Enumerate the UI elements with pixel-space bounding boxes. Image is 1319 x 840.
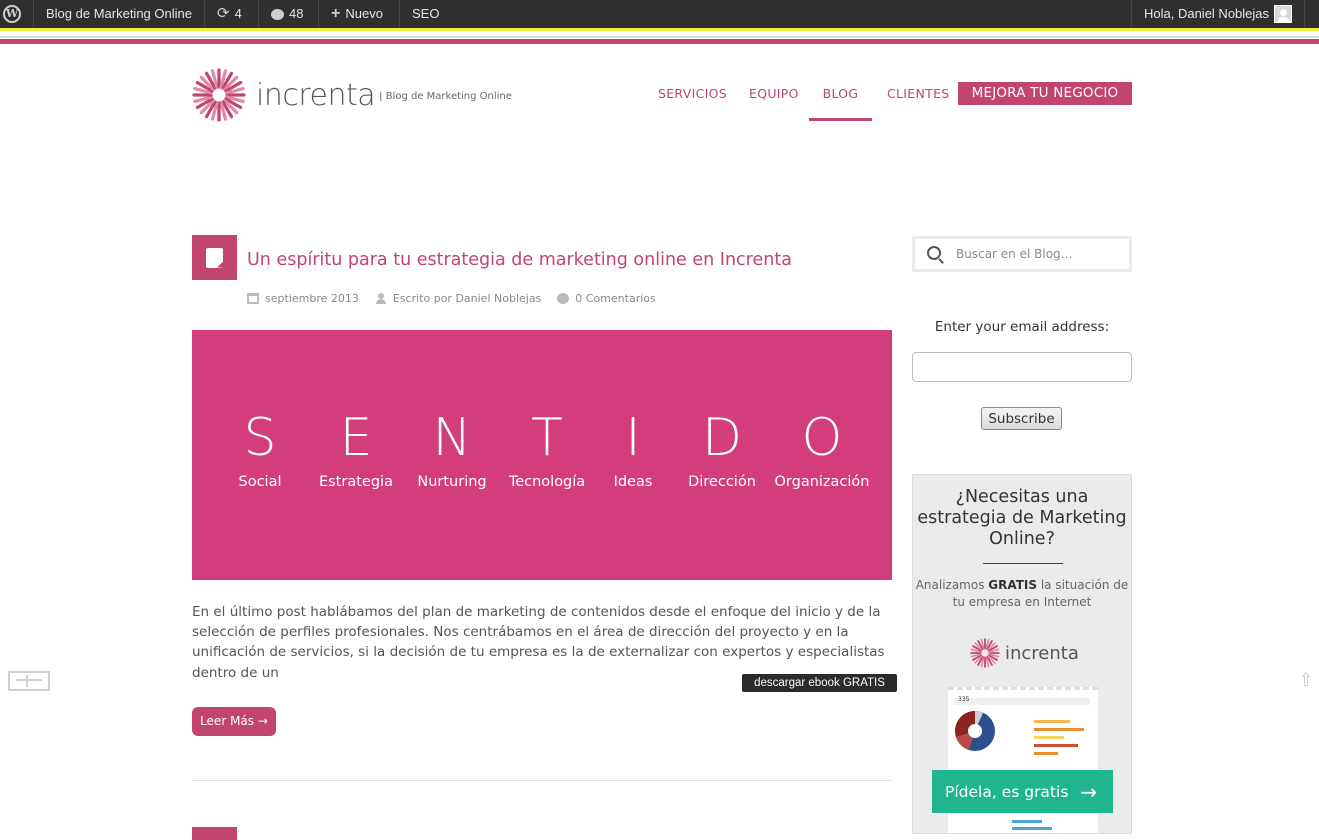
ad-title: ¿Necesitas una estrategia de Marketing O… <box>917 487 1127 549</box>
nav-clientes[interactable]: CLIENTES <box>887 82 950 106</box>
hero-letter: O <box>801 408 843 468</box>
ad-text-start: Analizamos <box>915 578 989 592</box>
post-divider <box>192 780 892 781</box>
new-content-link[interactable]: + Nuevo <box>331 0 383 28</box>
scroll-to-top-icon[interactable]: ⇧ <box>1297 671 1315 691</box>
header-stripe-grey <box>0 36 1319 38</box>
avatar <box>1274 5 1293 23</box>
nav-servicios[interactable]: SERVICIOS <box>658 82 727 106</box>
email-label: Enter your email address: <box>934 319 1110 335</box>
read-more-button[interactable]: Leer Más → <box>192 707 276 736</box>
post-author-text[interactable]: Escrito por Daniel Noblejas <box>393 292 541 305</box>
post-excerpt: En el último post hablábamos del plan de… <box>192 604 885 681</box>
wordpress-icon: W <box>3 5 21 23</box>
wordpress-logo-button[interactable]: W <box>0 0 24 28</box>
nav-equipo[interactable]: EQUIPO <box>749 82 799 106</box>
arrow-right-icon: → <box>1080 779 1098 804</box>
ebook-tooltip: descargar ebook GRATIS <box>742 674 897 692</box>
new-label: Nuevo <box>345 6 383 21</box>
floating-widget-icon[interactable] <box>8 671 50 691</box>
account-menu[interactable]: Hola, Daniel Noblejas <box>1144 0 1293 28</box>
site-name-label: Blog de Marketing Online <box>46 6 192 21</box>
ad-divider <box>983 563 1063 564</box>
admin-bar: W Blog de Marketing Online ⟳ 4 48 + Nuev… <box>0 0 1319 28</box>
document-icon <box>206 247 223 268</box>
updates-icon: ⟳ <box>217 5 230 22</box>
post-date: septiembre 2013 <box>247 292 359 305</box>
ad-cta-label: Pídela, es gratis <box>945 782 1069 801</box>
ad-cta-button[interactable]: Pídela, es gratis → <box>932 770 1113 813</box>
seo-link[interactable]: SEO <box>412 0 439 28</box>
pie-chart-icon <box>955 711 995 751</box>
search-input[interactable] <box>956 247 1116 261</box>
header-stripe-gap <box>0 31 1319 35</box>
main-navigation: SERVICIOS EQUIPO BLOG CLIENTES MEJORA TU… <box>0 82 1319 122</box>
post-featured-image[interactable]: S E N T I D O Social Estrategia Nurturing Tecnolog… <box>192 330 892 580</box>
subscribe-button[interactable]: Subscribe <box>981 407 1062 430</box>
post-title-link[interactable]: Un espíritu para tu estrategia de market… <box>247 250 792 270</box>
ad-logo-text: increnta <box>1005 642 1079 664</box>
ad-text-bold: GRATIS <box>988 578 1038 592</box>
nav-mejora-tu-negocio-button[interactable]: MEJORA TU NEGOCIO <box>958 82 1132 105</box>
ad-logo: increnta <box>970 638 1079 668</box>
blog-search-box <box>912 236 1132 272</box>
preview-header <box>954 698 1090 705</box>
post-comments[interactable]: 0 Comentarios <box>557 292 656 305</box>
plus-icon: + <box>331 5 341 22</box>
calendar-icon <box>247 293 259 304</box>
search-icon[interactable] <box>927 245 941 260</box>
user-icon <box>375 293 387 304</box>
post-date-text: septiembre 2013 <box>265 292 359 305</box>
comment-icon <box>557 293 570 304</box>
increnta-sun-icon-small <box>970 638 1000 668</box>
next-post-format-icon <box>192 827 237 840</box>
updates-link[interactable]: ⟳ 4 <box>217 0 242 28</box>
post-meta: septiembre 2013 Escrito por Daniel Noble… <box>247 292 672 305</box>
email-field[interactable] <box>912 352 1132 382</box>
seo-label: SEO <box>412 6 440 21</box>
comments-icon <box>271 8 284 20</box>
comments-link[interactable]: 48 <box>271 0 303 28</box>
ad-text: Analizamos GRATIS la situación de tu emp… <box>913 577 1131 611</box>
hero-word: Organización <box>774 474 870 490</box>
greeting-label: Hola, Daniel Noblejas <box>1144 6 1270 21</box>
preview-number: 335 <box>958 696 970 703</box>
post-comments-text[interactable]: 0 Comentarios <box>575 292 655 305</box>
post-format-icon <box>192 235 237 280</box>
site-name-link[interactable]: Blog de Marketing Online <box>46 0 192 28</box>
header-stripe-accent <box>0 39 1319 44</box>
updates-count: 4 <box>234 6 242 21</box>
comments-count: 48 <box>289 6 304 21</box>
nav-blog[interactable]: BLOG <box>809 82 872 121</box>
post-author[interactable]: Escrito por Daniel Noblejas <box>375 292 541 305</box>
marketing-ad-banner[interactable]: ¿Necesitas una estrategia de Marketing O… <box>912 474 1132 834</box>
